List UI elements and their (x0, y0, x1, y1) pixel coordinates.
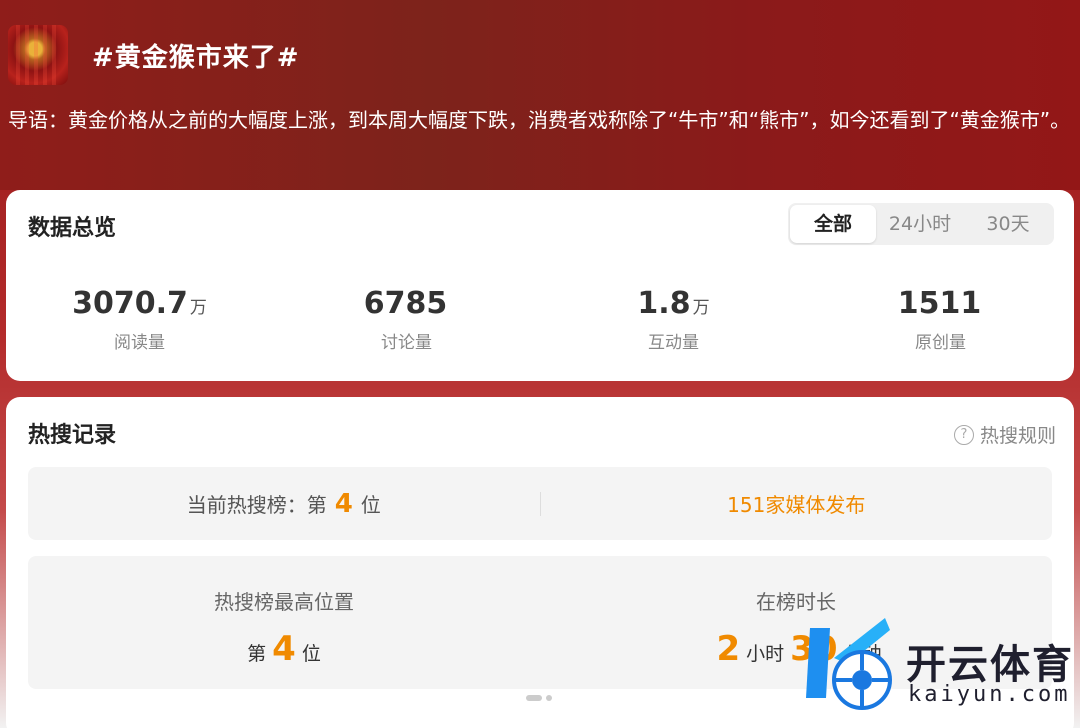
stat-unit: 万 (189, 298, 207, 318)
time-range-tabs: 全部 24小时 30天 (788, 203, 1054, 245)
stat-discussions: 6785 讨论量 (273, 286, 540, 353)
topic-thumbnail[interactable] (8, 25, 68, 85)
duration-title: 在榜时长 (756, 590, 836, 614)
hot-search-title: 热搜记录 (28, 423, 117, 448)
current-rank: 当前热搜榜：第 4 位 (28, 489, 540, 519)
stat-label: 阅读量 (114, 333, 165, 353)
current-rank-suffix: 位 (360, 492, 381, 517)
current-rank-number: 4 (334, 488, 353, 519)
duration-minutes: 30 (790, 629, 838, 669)
stat-unit: 万 (692, 298, 710, 318)
hot-search-card: 热搜记录 ? 热搜规则 当前热搜榜：第 4 位 151家媒体发布 热搜榜最高位置 第… (6, 397, 1074, 728)
question-circle-icon: ? (953, 424, 974, 445)
stat-label: 讨论量 (381, 333, 432, 353)
minutes-unit: 分钟 (843, 643, 882, 665)
stat-originals: 1511 原创量 (807, 286, 1074, 353)
current-rank-prefix: 当前热搜榜：第 (186, 492, 327, 517)
highest-prefix: 第 (247, 643, 267, 665)
data-overview-card: 数据总览 全部 24小时 30天 3070.7 万 阅读量 6785 讨论量 1.… (6, 190, 1074, 381)
pager-dots (526, 695, 552, 701)
stat-reads: 3070.7 万 阅读量 (6, 286, 273, 353)
stat-interactions: 1.8 万 互动量 (540, 286, 807, 353)
topic-header: #黄金猴市来了# (8, 24, 300, 86)
topic-intro: 导语：黄金价格从之前的大幅度上涨，到本周大幅度下跌，消费者戏称除了“牛市”和“熊… (8, 108, 1071, 132)
duration-hours: 2 (716, 629, 741, 669)
stat-value: 3070.7 (72, 286, 188, 321)
current-rank-panel: 当前热搜榜：第 4 位 151家媒体发布 (28, 467, 1052, 540)
tab-all[interactable]: 全部 (790, 205, 876, 243)
hours-unit: 小时 (746, 643, 785, 665)
rank-history-panel: 热搜榜最高位置 第4位 在榜时长 2 小时 30 分钟 (28, 556, 1052, 689)
hot-search-rules-link[interactable]: ? 热搜规则 (953, 421, 1056, 448)
rules-label: 热搜规则 (979, 425, 1056, 447)
stat-label: 互动量 (648, 333, 699, 353)
pager-dot[interactable] (546, 695, 552, 701)
tab-30d[interactable]: 30天 (964, 205, 1052, 243)
pager-dot-active[interactable] (526, 695, 542, 701)
overview-title: 数据总览 (28, 216, 117, 241)
tab-24h[interactable]: 24小时 (876, 205, 964, 243)
highest-rank: 热搜榜最高位置 第4位 (28, 556, 540, 689)
stat-value: 1511 (897, 286, 982, 321)
on-list-duration: 在榜时长 2 小时 30 分钟 (540, 556, 1052, 689)
stat-label: 原创量 (915, 333, 966, 353)
stat-value: 6785 (363, 286, 448, 321)
stats-row: 3070.7 万 阅读量 6785 讨论量 1.8 万 互动量 1511 原创量 (6, 286, 1074, 353)
media-count-link[interactable]: 151家媒体发布 (541, 489, 1053, 518)
stat-value: 1.8 (637, 286, 691, 321)
highest-rank-title: 热搜榜最高位置 (214, 590, 354, 614)
topic-title: #黄金猴市来了# (92, 42, 300, 73)
highest-suffix: 位 (301, 643, 321, 665)
highest-rank-number: 4 (272, 629, 296, 669)
